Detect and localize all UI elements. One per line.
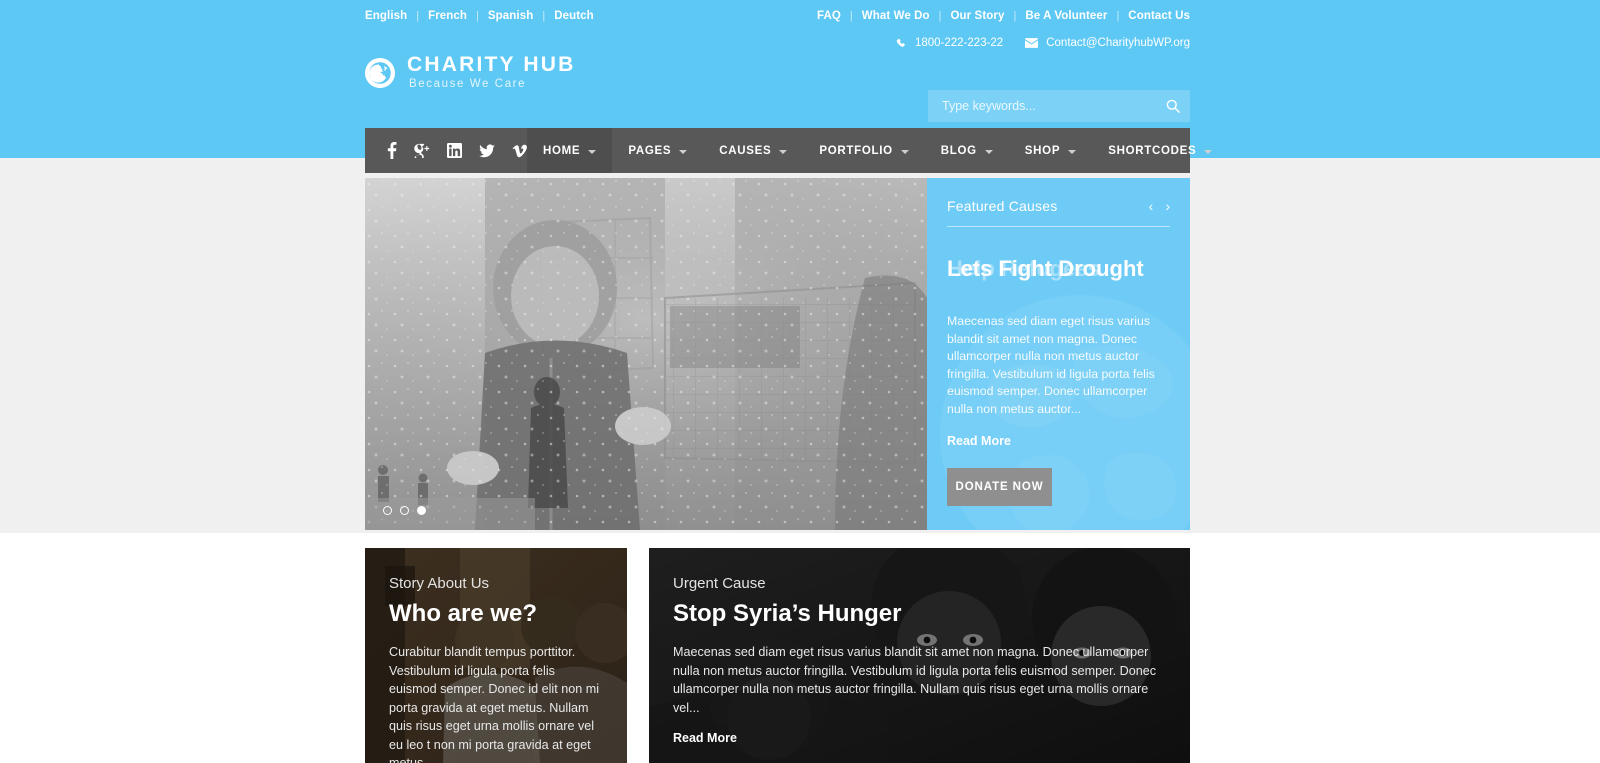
- card-content: Story About Us Who are we? Curabitur bla…: [365, 548, 627, 763]
- top-link-faq[interactable]: FAQ: [817, 10, 841, 22]
- site-logo[interactable]: CHARITY HUB Because We Care: [365, 54, 575, 92]
- slider-arrows: ‹ ›: [1149, 199, 1170, 213]
- language-link-spanish[interactable]: Spanish: [488, 10, 533, 22]
- story-about-us-card[interactable]: Story About Us Who are we? Curabitur bla…: [365, 548, 627, 763]
- brand-name: CHARITY HUB: [407, 53, 576, 76]
- divider: |: [542, 10, 546, 22]
- chevron-left-icon[interactable]: ‹: [1149, 199, 1154, 213]
- nav-item-label: SHOP: [1024, 144, 1061, 157]
- nav-item-label: CAUSES: [719, 144, 772, 157]
- hero-section: Featured Causes ‹ › Help Refugees Lets F…: [365, 178, 1190, 530]
- chevron-down-icon: [984, 149, 993, 154]
- twitter-icon[interactable]: [479, 143, 495, 158]
- slider-dot-1[interactable]: [383, 506, 392, 515]
- promo-cards: Story About Us Who are we? Curabitur bla…: [365, 548, 1190, 763]
- top-link-what-we-do[interactable]: What We Do: [862, 10, 930, 22]
- nav-item-label: PORTFOLIO: [819, 144, 893, 157]
- nav-item-causes[interactable]: CAUSES: [703, 128, 803, 173]
- top-utility-bar: English | French | Spanish | Deutch FAQ …: [365, 6, 1190, 26]
- slider-dot-2[interactable]: [400, 506, 409, 515]
- card-content: Urgent Cause Stop Syria’s Hunger Maecena…: [649, 548, 1190, 747]
- divider: |: [1116, 10, 1120, 22]
- nav-item-blog[interactable]: BLOG: [925, 128, 1009, 173]
- chevron-down-icon: [900, 149, 909, 154]
- globe-icon: [365, 58, 395, 88]
- donate-now-button[interactable]: DONATE NOW: [947, 468, 1052, 506]
- chevron-down-icon: [588, 149, 597, 154]
- slider-dot-3[interactable]: [417, 506, 426, 515]
- cause-title-current: Lets Fight Drought: [947, 256, 1144, 281]
- divider: [947, 226, 1170, 227]
- phone-icon: [896, 38, 907, 49]
- email-address: Contact@CharityhubWP.org: [1046, 37, 1190, 49]
- nav-item-shortcodes[interactable]: SHORTCODES: [1092, 128, 1228, 173]
- slider-image: [365, 178, 927, 530]
- nav-item-portfolio[interactable]: PORTFOLIO: [803, 128, 924, 173]
- card-read-more-link[interactable]: Read More: [673, 731, 737, 745]
- nav-item-label: PAGES: [628, 144, 672, 157]
- divider: |: [938, 10, 942, 22]
- search-icon: [1166, 99, 1180, 113]
- cause-read-more-link[interactable]: Read More: [947, 434, 1011, 448]
- social-links: [365, 128, 527, 173]
- nav-menu: HOME PAGES CAUSES PORTFOLIO BLOG SHOP SH…: [527, 128, 1228, 173]
- brand-tagline: Because We Care: [409, 78, 527, 90]
- featured-causes-title: Featured Causes: [947, 198, 1058, 214]
- envelope-icon: [1025, 38, 1039, 48]
- featured-causes-header: Featured Causes ‹ ›: [947, 198, 1170, 214]
- featured-causes-panel: Featured Causes ‹ › Help Refugees Lets F…: [927, 178, 1190, 530]
- nav-item-shop[interactable]: SHOP: [1009, 128, 1092, 173]
- nav-item-home[interactable]: HOME: [527, 128, 613, 173]
- language-link-english[interactable]: English: [365, 10, 407, 22]
- nav-item-label: BLOG: [940, 144, 977, 157]
- chevron-down-icon: [779, 149, 788, 154]
- main-navigation: HOME PAGES CAUSES PORTFOLIO BLOG SHOP SH…: [365, 128, 1213, 173]
- chevron-right-icon[interactable]: ›: [1165, 199, 1170, 213]
- search-input[interactable]: [928, 99, 1156, 113]
- divider: |: [416, 10, 420, 22]
- card-kicker: Urgent Cause: [673, 575, 766, 592]
- urgent-cause-card[interactable]: Urgent Cause Stop Syria’s Hunger Maecena…: [649, 548, 1190, 763]
- contact-info-bar: 1800-222-223-22 Contact@CharityhubWP.org: [365, 34, 1190, 52]
- linkedin-icon[interactable]: [447, 143, 462, 158]
- phone-contact[interactable]: 1800-222-223-22: [896, 37, 1003, 49]
- card-body: Maecenas sed diam eget risus varius blan…: [673, 645, 1157, 715]
- phone-number: 1800-222-223-22: [914, 37, 1004, 49]
- chevron-down-icon: [679, 149, 688, 154]
- card-kicker: Story About Us: [389, 575, 490, 592]
- search-button[interactable]: [1156, 90, 1190, 122]
- language-switcher: English | French | Spanish | Deutch: [365, 10, 594, 22]
- google-plus-icon[interactable]: [414, 143, 430, 158]
- divider: |: [1013, 10, 1017, 22]
- card-body: Curabitur blandit tempus porttitor. Vest…: [389, 645, 599, 763]
- cause-description: Maecenas sed diam eget risus varius blan…: [947, 314, 1155, 416]
- card-title: Who are we?: [389, 600, 538, 627]
- top-link-contact-us[interactable]: Contact Us: [1128, 10, 1190, 22]
- email-contact[interactable]: Contact@CharityhubWP.org: [1025, 37, 1190, 49]
- slider-dots: [383, 506, 426, 515]
- chevron-down-icon: [1068, 149, 1077, 154]
- top-link-be-a-volunteer[interactable]: Be A Volunteer: [1025, 10, 1107, 22]
- logo-text: CHARITY HUB Because We Care: [407, 54, 575, 92]
- page-root: English | French | Spanish | Deutch FAQ …: [0, 0, 1600, 763]
- top-nav-links: FAQ | What We Do | Our Story | Be A Volu…: [817, 10, 1190, 22]
- facebook-icon[interactable]: [387, 142, 397, 159]
- vimeo-icon[interactable]: [512, 144, 527, 158]
- divider: |: [476, 10, 479, 22]
- nav-item-label: SHORTCODES: [1108, 144, 1197, 157]
- chevron-down-icon: [1204, 149, 1213, 154]
- card-title: Stop Syria’s Hunger: [673, 600, 902, 627]
- nav-item-pages[interactable]: PAGES: [612, 128, 703, 173]
- language-link-deutch[interactable]: Deutch: [554, 10, 594, 22]
- hero-slider[interactable]: [365, 178, 927, 530]
- top-link-our-story[interactable]: Our Story: [951, 10, 1005, 22]
- divider: |: [849, 10, 853, 22]
- search-bar: [928, 90, 1190, 122]
- language-link-french[interactable]: French: [428, 10, 467, 22]
- cause-title-stack: Help Refugees Lets Fight Drought: [947, 255, 1170, 295]
- nav-item-label: HOME: [543, 144, 581, 157]
